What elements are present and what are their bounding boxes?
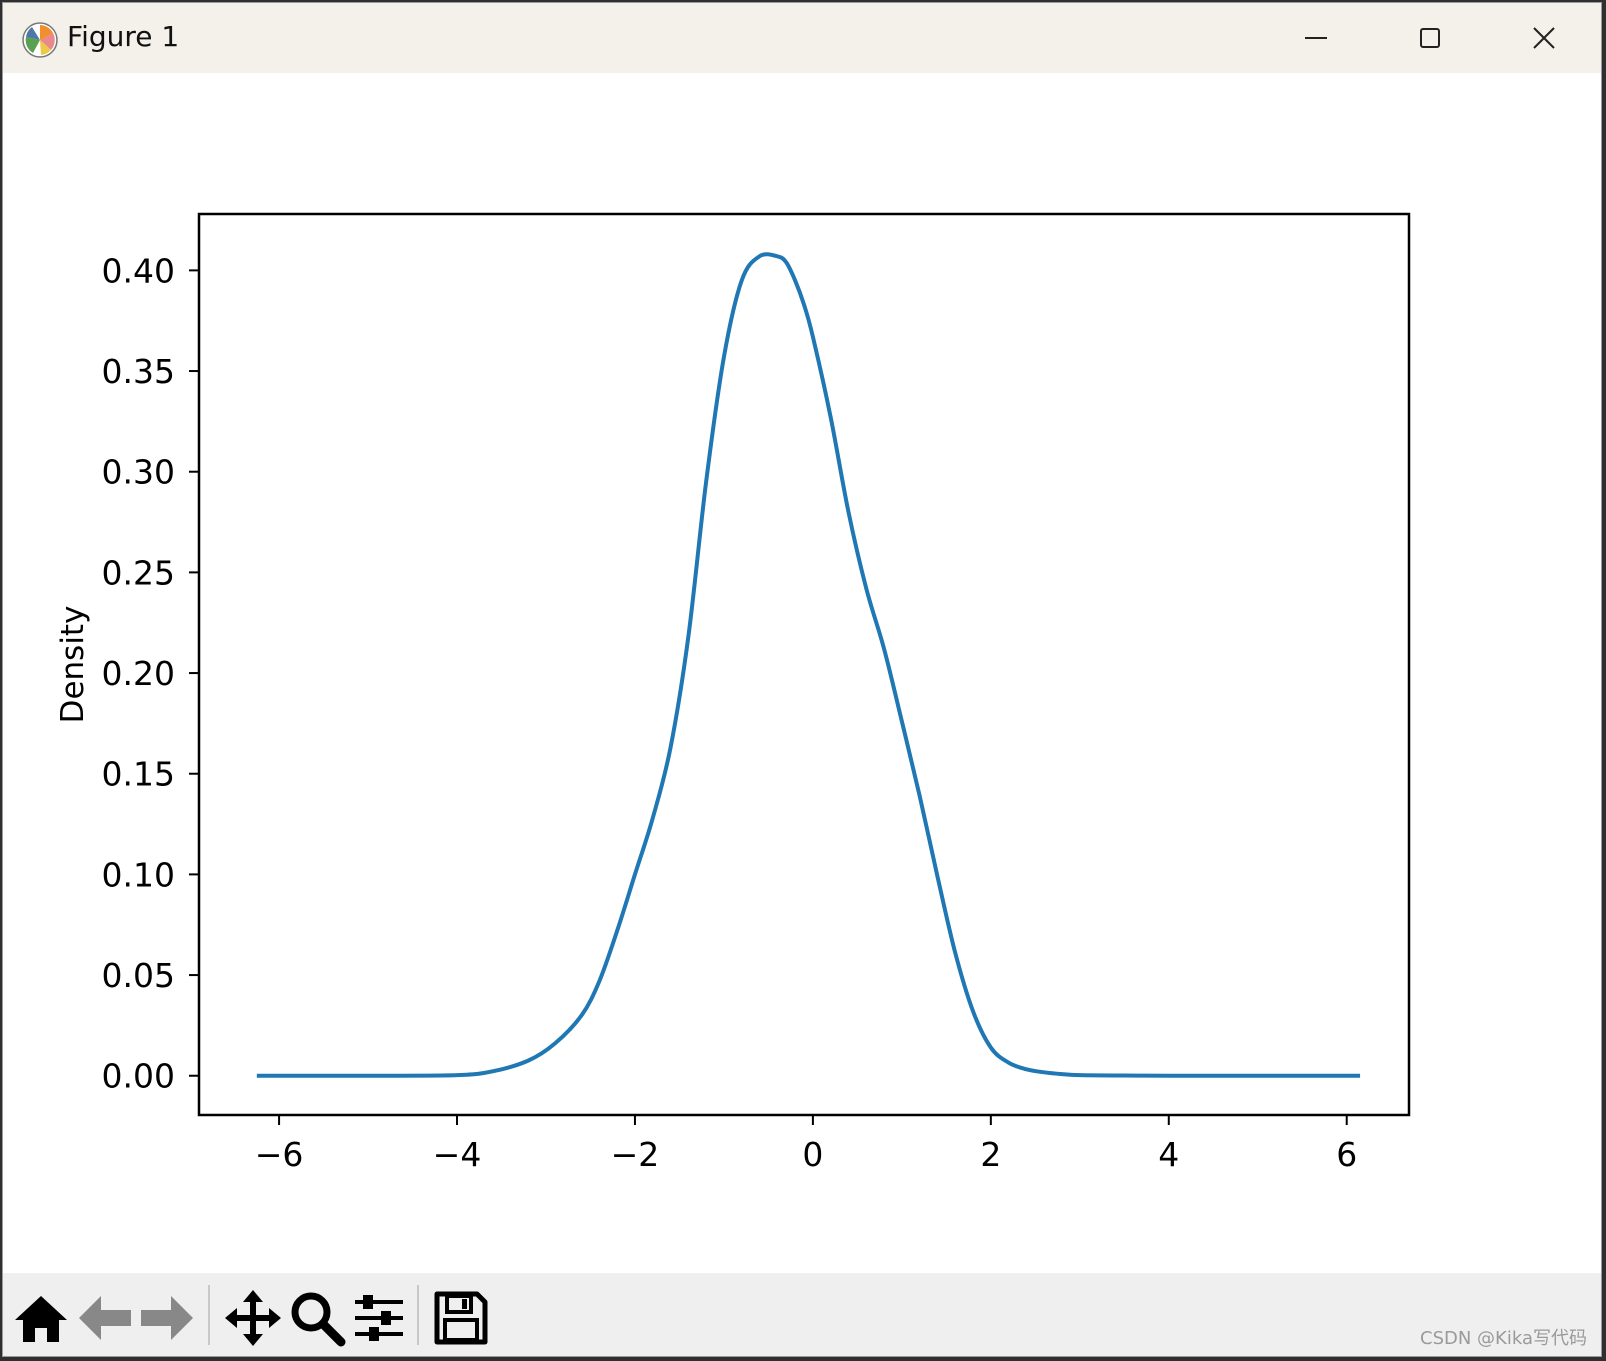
navigation-toolbar: CSDN @Kika写代码	[3, 1273, 1601, 1356]
y-tick-label: 0.30	[102, 453, 175, 492]
y-tick-label: 0.10	[102, 855, 175, 894]
x-tick-label: −2	[611, 1135, 660, 1174]
axes-frame	[197, 212, 1411, 1117]
save-icon	[434, 1291, 488, 1345]
y-tick-label: 0.25	[102, 553, 175, 592]
zoom-button[interactable]	[287, 1288, 347, 1348]
y-tick-label: 0.20	[102, 654, 175, 693]
x-tick-label: 4	[1158, 1135, 1179, 1174]
y-tick-label: 0.00	[102, 1057, 175, 1096]
y-tick-label: 0.35	[102, 352, 175, 391]
maximize-icon	[1420, 28, 1440, 48]
x-tick-label: 6	[1336, 1135, 1357, 1174]
home-button[interactable]	[11, 1288, 71, 1348]
forward-button[interactable]	[137, 1288, 197, 1348]
window-title: Figure 1	[67, 20, 180, 53]
watermark-text: CSDN @Kika写代码	[1420, 1328, 1587, 1349]
x-tick-label: 2	[980, 1135, 1001, 1174]
configure-subplots-button[interactable]	[349, 1288, 409, 1348]
y-tick-label: 0.05	[102, 956, 175, 995]
maximize-button[interactable]	[1375, 3, 1485, 73]
back-icon	[79, 1296, 131, 1340]
y-tick-label: 0.15	[102, 755, 175, 794]
x-tick-label: 0	[802, 1135, 823, 1174]
close-button[interactable]	[1489, 3, 1599, 73]
home-icon	[15, 1296, 67, 1342]
minimize-icon	[1305, 37, 1327, 39]
zoom-icon	[291, 1292, 346, 1347]
save-button[interactable]	[431, 1288, 491, 1348]
close-icon	[1533, 27, 1555, 49]
x-tick-label: −4	[433, 1135, 482, 1174]
back-button[interactable]	[75, 1288, 135, 1348]
forward-icon	[141, 1296, 193, 1340]
figure-window: Figure 1 −6 −4 −2 0 2 4 6 0.00 0.05 0.10 0.15 0.20 0…	[2, 2, 1602, 1357]
figure-canvas[interactable]: −6 −4 −2 0 2 4 6 0.00 0.05 0.10 0.15 0.20 0.25 0.30 0.…	[3, 73, 1601, 1273]
matplotlib-logo-icon	[22, 22, 58, 58]
title-bar[interactable]: Figure 1	[3, 3, 1601, 73]
y-tick-label: 0.40	[102, 251, 175, 290]
pan-icon	[225, 1290, 281, 1346]
density-chart: −6 −4 −2 0 2 4 6 0.00 0.05 0.10 0.15 0.20 0.25 0.30 0.…	[55, 212, 1411, 1174]
minimize-button[interactable]	[1261, 3, 1371, 73]
toolbar-separator	[208, 1285, 210, 1345]
configure-subplots-icon	[355, 1295, 403, 1341]
pan-button[interactable]	[223, 1288, 283, 1348]
x-tick-label: −6	[255, 1135, 304, 1174]
toolbar-separator	[417, 1285, 419, 1345]
y-axis-label: Density	[55, 606, 91, 724]
density-line	[256, 252, 1361, 1078]
